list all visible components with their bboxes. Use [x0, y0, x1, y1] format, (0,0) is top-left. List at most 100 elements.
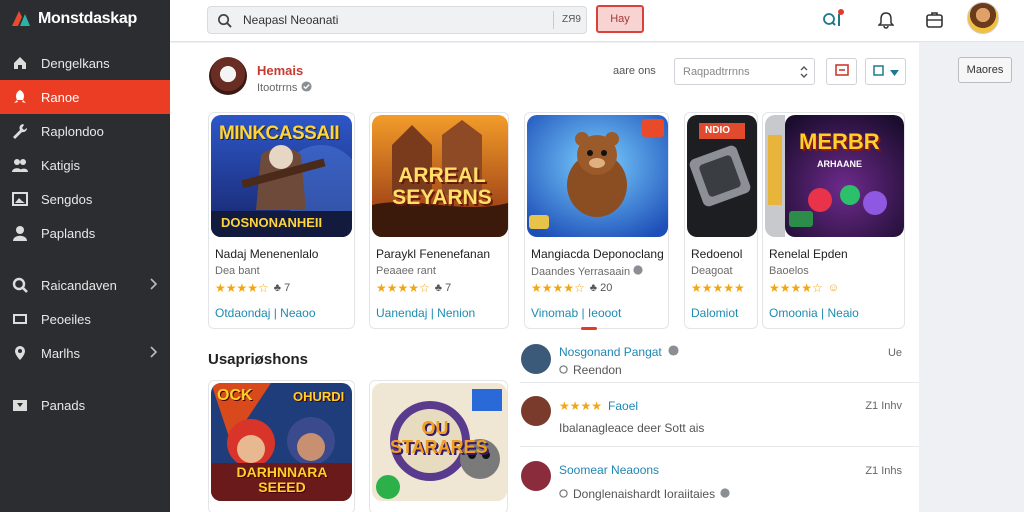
notification-dot: [838, 9, 844, 15]
avatar[interactable]: [521, 461, 551, 491]
game-category[interactable]: Otdaondaj | Neaoo: [215, 306, 316, 320]
qi-search-icon[interactable]: [822, 9, 844, 31]
game-rating: ★★★★☆ ♣ 7: [376, 281, 451, 295]
search-icon: [217, 13, 232, 33]
list-item[interactable]: Soomear Neaoons Donglenaishardt Ioraiita…: [520, 447, 919, 512]
rating-stars: ★★★★★: [691, 281, 745, 295]
activity-sub: Donglenaishardt Ioraiitaies: [559, 487, 730, 501]
rating-stars: ★★★★☆: [531, 281, 585, 295]
sidebar-item-raplondoo[interactable]: Raplondoo: [0, 114, 170, 148]
chevron-right-icon: [150, 346, 158, 361]
game-title[interactable]: Renelal Epden: [769, 247, 848, 261]
sidebar-item-paplands[interactable]: Paplands: [0, 216, 170, 250]
game-art-title: OCK: [217, 387, 253, 404]
game-card[interactable]: Mangiacda Deponoclang Daandes Yerrasaain…: [524, 112, 669, 329]
game-category[interactable]: Vinomab | Ieooot: [531, 306, 621, 320]
publisher-name[interactable]: Hemais: [257, 63, 303, 78]
game-title[interactable]: Paraykl Fenenefanan: [376, 247, 490, 261]
rating-stars: ★★★★: [559, 399, 603, 413]
list-view-button[interactable]: [865, 58, 906, 85]
wrench-icon: [12, 123, 28, 139]
activity-sub: Ibalanagleace deer Sott ais: [559, 421, 705, 435]
game-thumbnail[interactable]: OCK OHURDI DARHNNARA SEEED: [211, 383, 352, 501]
list-item[interactable]: ★★★★ Faoel Ibalanagleace deer Sott ais Z1…: [520, 383, 919, 447]
square-icon: [872, 63, 884, 81]
game-thumbnail[interactable]: MINKCASSAII DOSNONANHEII: [211, 115, 352, 237]
grid-view-button[interactable]: [826, 58, 857, 85]
game-art-title: ARREAL SEYARNS: [392, 164, 492, 209]
rating-stars: ★★★★☆: [769, 281, 823, 295]
chevron-right-icon: [150, 278, 158, 293]
store-icon[interactable]: [923, 9, 945, 31]
game-category[interactable]: Dalomiot: [691, 306, 738, 320]
publisher-avatar[interactable]: [209, 57, 247, 95]
sidebar-item-label: Marlhs: [41, 345, 81, 361]
image-icon: [12, 191, 28, 207]
avatar[interactable]: [967, 2, 999, 34]
activity-sub: Reendon: [559, 363, 622, 377]
bell-icon[interactable]: [875, 9, 897, 31]
activity-title[interactable]: ★★★★ Faoel: [559, 399, 638, 413]
search-extra[interactable]: ZЯ9: [562, 14, 581, 25]
game-card[interactable]: ARREAL SEYARNS Paraykl Fenenefanan Peaae…: [369, 112, 509, 329]
activity-title[interactable]: Nosgonand Pangat: [559, 345, 679, 359]
sidebar-item-peoeiles[interactable]: Peoeiles: [0, 302, 170, 336]
section-title: Usapriøshons: [208, 351, 309, 368]
game-thumbnail[interactable]: MERBR ARHAANE: [765, 115, 904, 237]
publisher-sub: Itootrrns: [257, 81, 312, 95]
active-indicator: [581, 327, 597, 330]
clock-icon: [559, 363, 568, 377]
game-developer: Baoelos: [769, 265, 809, 277]
game-card[interactable]: OCK OHURDI DARHNNARA SEEED: [208, 380, 355, 512]
game-art-title: MINKCASSAII: [219, 123, 340, 144]
search-divider: [553, 11, 554, 29]
sidebar-item-katigis[interactable]: Katigis: [0, 148, 170, 182]
topbar: Neapasl Neoanati ZЯ9 Hay: [170, 0, 1024, 42]
sidebar-item-label: Dengelkans: [41, 55, 110, 71]
activity-time: Z1 Inhs: [865, 465, 902, 477]
grid-view-icon: [834, 63, 849, 81]
activity-title-text: Faoel: [608, 399, 639, 413]
users-icon: [12, 157, 28, 173]
list-item[interactable]: Nosgonand Pangat Reendon Ue: [520, 335, 919, 383]
rating-stars: ★★★★☆: [376, 281, 430, 295]
game-art-title: MERBR: [799, 129, 880, 154]
user-icon: [12, 225, 28, 241]
game-title[interactable]: Redoenol: [691, 247, 742, 261]
sidebar-item-home[interactable]: Dengelkans: [0, 46, 170, 80]
game-thumbnail[interactable]: [527, 115, 668, 237]
sidebar-item-marlhs[interactable]: Marlhs: [0, 336, 170, 370]
game-card[interactable]: OU STARARES: [369, 380, 508, 512]
game-thumbnail[interactable]: ARREAL SEYARNS: [372, 115, 508, 237]
game-developer: Dea bant: [215, 265, 260, 277]
chevron-down-icon: [889, 63, 899, 81]
search-input[interactable]: Neapasl Neoanati ZЯ9: [207, 6, 587, 34]
game-title[interactable]: Mangiacda Deponoclang: [531, 247, 664, 261]
game-category[interactable]: Omoonia | Neaio: [769, 306, 859, 320]
play-button[interactable]: Hay: [596, 5, 644, 33]
sidebar-item-sengdos[interactable]: Sengdos: [0, 182, 170, 216]
game-thumbnail[interactable]: NDIO: [687, 115, 757, 237]
game-art-title: OU STARARES: [390, 418, 488, 457]
brand[interactable]: Monstdaskap: [10, 8, 137, 30]
game-category[interactable]: Uanendaj | Nenion: [376, 306, 475, 320]
game-art-title: NDIO: [705, 125, 730, 136]
game-card[interactable]: MERBR ARHAANE Renelal Epden Baoelos ★★★★…: [762, 112, 905, 329]
game-card[interactable]: NDIO Redoenol Deagoat ★★★★★ Dalomiot: [684, 112, 758, 329]
game-art-subtitle: DOSNONANHEII: [221, 215, 323, 230]
avatar[interactable]: [521, 396, 551, 426]
sidebar-item-raicandaven[interactable]: Raicandaven: [0, 268, 170, 302]
game-thumbnail[interactable]: OU STARARES: [372, 383, 507, 501]
game-title[interactable]: Nadaj Menenenlalo: [215, 247, 318, 261]
sort-select[interactable]: Raqpadtrrnns: [674, 58, 815, 85]
game-card[interactable]: MINKCASSAII DOSNONANHEII Nadaj Menenenla…: [208, 112, 355, 329]
sidebar-item-panads[interactable]: Panads: [0, 388, 170, 422]
game-rating: ★★★★★: [691, 281, 745, 295]
activity-title[interactable]: Soomear Neaoons: [559, 463, 659, 477]
sidebar-nav: Dengelkans Ranoe Raplondoo Katigis Sengd…: [0, 46, 176, 422]
avatar[interactable]: [521, 344, 551, 374]
monitor-icon: [12, 311, 28, 327]
more-button[interactable]: Maores: [958, 57, 1012, 83]
sidebar-item-ranoe[interactable]: Ranoe: [0, 80, 176, 114]
search-icon: [12, 277, 28, 293]
